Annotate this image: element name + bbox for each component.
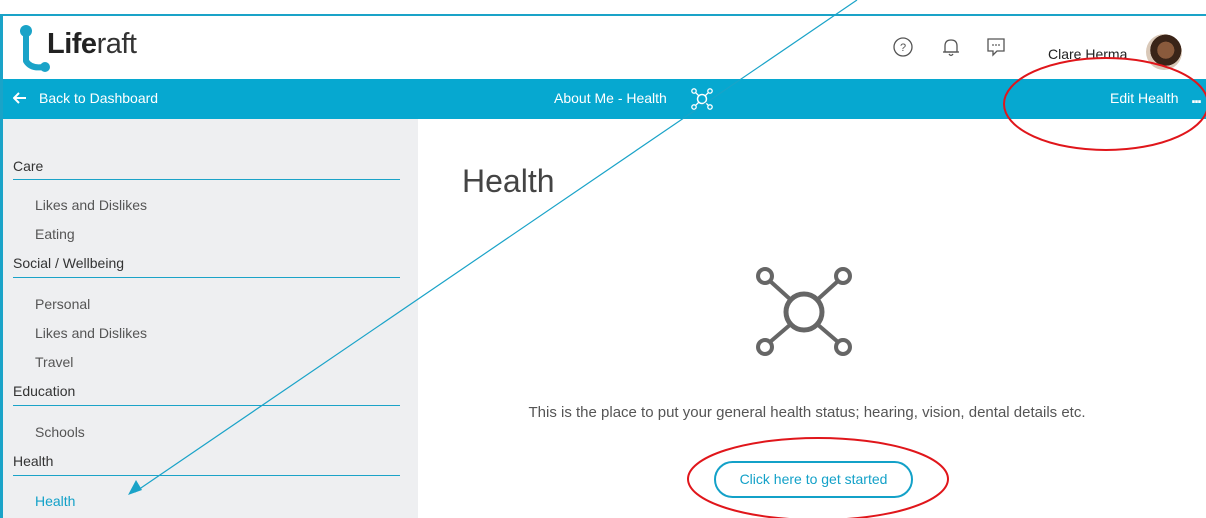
sidebar-item-care-likes[interactable]: Likes and Dislikes (35, 197, 147, 213)
svg-text:?: ? (900, 42, 906, 54)
liferaft-logo[interactable]: Liferaft (13, 23, 158, 73)
get-started-button[interactable]: Click here to get started (714, 461, 913, 498)
help-icon[interactable]: ? (892, 36, 914, 58)
more-options-button[interactable]: ... (1191, 87, 1202, 108)
logo-text: Liferaft (47, 28, 137, 60)
page-title: Health (462, 163, 555, 200)
bell-icon[interactable] (940, 36, 962, 58)
page-section-title: About Me - Health (554, 90, 667, 106)
network-icon (691, 88, 713, 110)
section-divider (13, 475, 400, 476)
user-name[interactable]: Clare Herma (1048, 46, 1127, 62)
section-divider (13, 277, 400, 278)
arrow-left-icon (13, 92, 26, 104)
sidebar-item-eating[interactable]: Eating (35, 226, 75, 242)
sidebar-section-care[interactable]: Care (13, 158, 43, 174)
top-header: Liferaft ? Clare Herma (3, 16, 1206, 79)
page-toolbar: Back to Dashboard About Me - Health Edit… (3, 79, 1206, 119)
back-to-dashboard-button[interactable]: Back to Dashboard (13, 90, 158, 106)
edit-health-button[interactable]: Edit Health (1110, 90, 1178, 106)
empty-state-description: This is the place to put your general he… (528, 404, 1086, 421)
sidebar-section-health[interactable]: Health (13, 453, 53, 469)
sidebar-item-schools[interactable]: Schools (35, 424, 85, 440)
sidebar-item-personal[interactable]: Personal (35, 296, 90, 312)
sidebar-section-education[interactable]: Education (13, 383, 75, 399)
network-icon (756, 267, 852, 356)
sidebar-item-travel[interactable]: Travel (35, 354, 73, 370)
avatar[interactable] (1146, 34, 1182, 70)
chat-icon[interactable] (985, 36, 1007, 58)
sidebar-item-health[interactable]: Health (35, 493, 75, 509)
section-divider (13, 179, 400, 180)
sidebar-section-social[interactable]: Social / Wellbeing (13, 255, 124, 271)
back-label: Back to Dashboard (39, 90, 159, 106)
section-divider (13, 405, 400, 406)
sidebar: Care Likes and Dislikes Eating Social / … (3, 119, 418, 518)
sidebar-item-social-likes[interactable]: Likes and Dislikes (35, 325, 147, 341)
